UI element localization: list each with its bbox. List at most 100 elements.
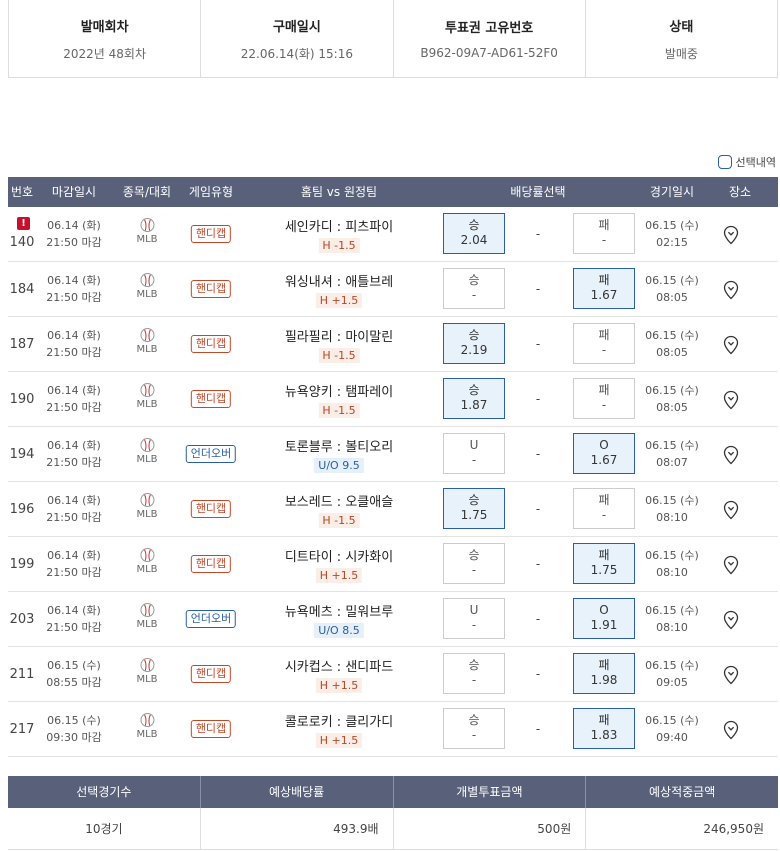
teams-label: 뉴욕양키 : 탬파레이 [284,385,394,400]
odds-left-button[interactable]: 승 2.19 [443,323,505,364]
status-cell: 상태 발매중 [586,0,777,77]
game-date-time: 02:15 [656,236,688,249]
teams-label: 뉴욕메츠 : 밀워브루 [284,605,394,620]
game-number: 211 [9,667,35,682]
teams-label: 필라필리 : 마이말린 [284,330,394,345]
location-pin-icon[interactable] [722,335,740,355]
deadline-date: 06.14 (화) [47,219,101,232]
odds-right-value: 1.75 [590,563,618,577]
game-number: 187 [9,337,35,352]
odds-right-button[interactable]: 패 1.98 [573,653,635,694]
round-value: 2022년 48회차 [63,46,146,61]
game-date-day: 06.15 (수) [645,384,699,397]
game-date-time: 08:05 [656,291,688,304]
odds-left-button[interactable]: 승 1.75 [443,488,505,529]
game-row: 217 06.15 (수) 09:30 마감 MLB 핸디캡 콜로로키 : 클리가디 H +… [8,702,778,757]
game-date-day: 06.15 (수) [645,329,699,342]
location-pin-icon[interactable] [722,610,740,630]
odds-left-label: 승 [468,493,480,507]
odds-draw: - [535,667,541,681]
odds-right-button[interactable]: 패- [573,323,635,364]
location-pin-icon[interactable] [722,390,740,410]
summary-header-odds: 예상배당률 [201,776,394,808]
teams-label: 시카컵스 : 샌디파드 [284,660,394,675]
game-date: 06.15 (수) 08:10 [645,547,699,581]
odds-right-value: - [601,343,607,357]
location-pin-icon[interactable] [722,665,740,685]
odds-right-button[interactable]: O 1.67 [573,433,635,474]
odds-left-button[interactable]: 승- [443,268,505,309]
odds-right-button[interactable]: 패 1.67 [573,268,635,309]
odds-right-label: 패 [598,713,610,727]
odds-right-label: 패 [598,218,610,232]
league-label: MLB [136,234,158,245]
round-cell: 발매회차 2022년 48회차 [9,0,202,77]
games-table-body: ! 140 06.14 (화) 21:50 마감 MLB 핸디캡 세인카디 : 피츠파이 H … [8,207,778,757]
baseball-icon [140,438,154,452]
odds-left-label: 승 [468,713,480,727]
ticket-id-cell: 투표권 고유번호 B962-09A7-AD61-52F0 [394,0,586,77]
game-number: 190 [9,392,35,407]
odds-right-value: - [601,398,607,412]
ticket-id-value: B962-09A7-AD61-52F0 [420,46,558,60]
location-pin-icon[interactable] [722,500,740,520]
game-type-badge: 핸디캡 [190,390,232,408]
deadline: 06.14 (화) 21:50 마감 [46,437,101,471]
deadline-date: 06.14 (화) [47,549,101,562]
sport: MLB [136,383,158,410]
game-date-day: 06.15 (수) [645,494,699,507]
handicap-line: H -1.5 [318,238,360,253]
odds-draw: - [535,722,541,736]
odds-left-button[interactable]: 승- [443,543,505,584]
odds-right-button[interactable]: O 1.91 [573,598,635,639]
odds-left-button[interactable]: 승- [443,708,505,749]
summary-header-count: 선택경기수 [8,776,201,808]
odds-left-label: 승 [468,383,480,397]
odds-right-button[interactable]: 패- [573,213,635,254]
header-venue: 장소 [728,185,752,199]
deadline: 06.14 (화) 21:50 마감 [46,272,101,306]
game-date-day: 06.15 (수) [645,439,699,452]
league-label: MLB [136,729,158,740]
odds-draw: - [535,392,541,406]
location-pin-icon[interactable] [722,280,740,300]
odds-right-value: 1.67 [590,288,618,302]
game-date: 06.15 (수) 08:10 [645,492,699,526]
location-pin-icon[interactable] [722,720,740,740]
league-label: MLB [136,454,158,465]
odds-right-value: 1.91 [590,618,618,632]
odds-draw: - [535,557,541,571]
game-date-time: 08:10 [656,566,688,579]
game-row: 184 06.14 (화) 21:50 마감 MLB 핸디캡 워싱내셔 : 애틀브레 H +… [8,262,778,317]
deadline-date: 06.14 (화) [47,274,101,287]
odds-right-button[interactable]: 패 1.83 [573,708,635,749]
ticket-info-table: 발매회차 2022년 48회차 구매일시 22.06.14(화) 15:16 투… [8,0,778,78]
game-row: 203 06.14 (화) 21:50 마감 MLB 언더오버 뉴욕메츠 : 밀워브루 U/… [8,592,778,647]
location-pin-icon[interactable] [722,445,740,465]
header-teams: 홈팀 vs 원정팀 [300,185,378,199]
game-date-time: 08:10 [656,621,688,634]
odds-left-button[interactable]: 승- [443,653,505,694]
odds-left-value: - [471,618,477,632]
deadline-time: 08:55 마감 [46,676,102,689]
teams: 필라필리 : 마이말린 H -1.5 [285,326,393,363]
odds-right-value: 1.83 [590,728,618,742]
game-row: 187 06.14 (화) 21:50 마감 MLB 핸디캡 필라필리 : 마이말린 H -… [8,317,778,372]
teams-label: 토론블루 : 볼티오리 [284,440,394,455]
odds-left-button[interactable]: U- [443,598,505,639]
odds-right-button[interactable]: 패 1.75 [573,543,635,584]
deadline: 06.15 (수) 08:55 마감 [46,657,101,691]
league-label: MLB [136,344,158,355]
game-number: 184 [9,282,35,297]
game-date-time: 08:10 [656,511,688,524]
odds-right-button[interactable]: 패- [573,488,635,529]
deadline-time: 21:50 마감 [46,456,102,469]
odds-left-button[interactable]: 승 1.87 [443,378,505,419]
odds-right-button[interactable]: 패- [573,378,635,419]
location-pin-icon[interactable] [722,555,740,575]
odds-left-button[interactable]: 승 2.04 [443,213,505,254]
handicap-line: H +1.5 [315,293,363,308]
odds-left-button[interactable]: U- [443,433,505,474]
location-pin-icon[interactable] [722,225,740,245]
header-type: 게임유형 [188,185,234,199]
